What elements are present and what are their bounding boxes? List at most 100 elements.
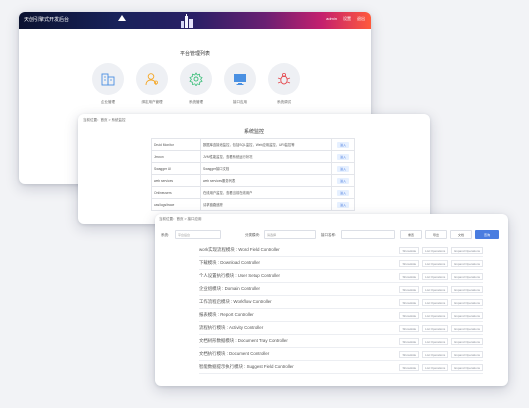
showhide-link[interactable]: ShowHide xyxy=(399,299,420,306)
module-interface[interactable]: 接口应用 xyxy=(223,63,257,105)
bug-icon xyxy=(277,72,291,85)
row-desc: 请求链路追踪 xyxy=(200,198,332,211)
user-name[interactable]: admin xyxy=(326,16,337,22)
module-label: 接口应用 xyxy=(233,100,247,104)
row-name: Onlineusers xyxy=(151,186,201,199)
doc-button[interactable]: 文档 xyxy=(450,230,472,239)
expand-operations-link[interactable]: Expand Operations xyxy=(451,247,483,254)
row-name: Swagger UI xyxy=(151,162,201,175)
module-label: 绑定用户管理 xyxy=(141,100,163,104)
module-label: 系统调试 xyxy=(277,100,291,104)
controller-name[interactable]: 工作流程启模块 : Workflow Controller xyxy=(199,299,272,305)
controller-name[interactable]: 企业组模块 : Domain Controller xyxy=(199,286,260,292)
enter-button[interactable]: 进入 xyxy=(336,153,349,160)
showhide-link[interactable]: ShowHide xyxy=(399,364,420,371)
header-bar: 天创引擎式开发后台 admin 设置 退出 xyxy=(19,12,371,29)
showhide-link[interactable]: ShowHide xyxy=(399,273,420,280)
controller-name[interactable]: 文档执行模块 : Document Controller xyxy=(199,351,269,357)
reset-button[interactable]: 重置 xyxy=(400,230,422,239)
table-row: Jmxon JVM性能监控，查看系统运行状况 进入 xyxy=(151,150,355,163)
row-name: Druid Monitor xyxy=(151,138,201,151)
table-row: Swagger UI Swagger接口文档 进入 xyxy=(151,162,355,175)
list-operations-link[interactable]: List Operations xyxy=(422,273,449,280)
export-button[interactable]: 导出 xyxy=(425,230,447,239)
expand-operations-link[interactable]: Expand Operations xyxy=(451,312,483,319)
controller-name[interactable]: work实现流程模块 : Word Field Controller xyxy=(199,247,280,253)
list-item[interactable]: 个人设置执行模块 : User Setup Controller ShowHid… xyxy=(199,270,483,283)
table-row: cas/logs/trace 请求链路追踪 进入 xyxy=(151,198,355,211)
monitor-table: Druid Monitor 数据库连接池监控，包括SQL监控，Web应用监控，U… xyxy=(151,138,355,211)
search-button[interactable]: 查询 xyxy=(475,230,499,239)
row-name: Jmxon xyxy=(151,150,201,163)
module-bind-user[interactable]: 绑定用户管理 xyxy=(135,63,169,105)
list-operations-link[interactable]: List Operations xyxy=(422,299,449,306)
enter-button[interactable]: 进入 xyxy=(336,201,349,208)
list-operations-link[interactable]: List Operations xyxy=(422,260,449,267)
expand-operations-link[interactable]: Expand Operations xyxy=(451,325,483,332)
list-item[interactable]: 报表模块 : Report Controller ShowHide List Op… xyxy=(199,309,483,322)
showhide-link[interactable]: ShowHide xyxy=(399,247,420,254)
row-desc: web services服务列表 xyxy=(200,174,332,187)
list-item[interactable]: 流程执行模块 : Activity Controller ShowHide Lis… xyxy=(199,322,483,335)
expand-operations-link[interactable]: Expand Operations xyxy=(451,286,483,293)
module-grid: 企业管理 绑定用户管理 系统管理 接口应用 系统调试 xyxy=(91,63,301,105)
list-operations-link[interactable]: List Operations xyxy=(422,338,449,345)
expand-operations-link[interactable]: Expand Operations xyxy=(451,299,483,306)
controller-name[interactable]: 报表模块 : Report Controller xyxy=(199,312,254,318)
list-operations-link[interactable]: List Operations xyxy=(422,325,449,332)
building-icon xyxy=(101,73,115,86)
controller-name[interactable]: 下载模块 : Download Controller xyxy=(199,260,260,266)
monitor-icon xyxy=(234,74,246,85)
enter-button[interactable]: 进入 xyxy=(336,189,349,196)
showhide-link[interactable]: ShowHide xyxy=(399,260,420,267)
list-item[interactable]: 企业组模块 : Domain Controller ShowHide List O… xyxy=(199,283,483,296)
controller-name[interactable]: 个人设置执行模块 : User Setup Controller xyxy=(199,273,280,279)
page-title: 系统监控 xyxy=(243,129,264,135)
row-name: cas/logs/trace xyxy=(151,198,201,211)
expand-operations-link[interactable]: Expand Operations xyxy=(451,338,483,345)
showhide-link[interactable]: ShowHide xyxy=(399,351,420,358)
module-select[interactable]: 请选择 xyxy=(264,230,316,239)
list-item[interactable]: 智能数据提示执行模块 : Suggest Field Controller Sh… xyxy=(199,361,483,374)
interface-app-window: 当前位置：首页 > 接口应用 系统: 平台后台 分类模块: 请选择 接口名称: … xyxy=(155,214,508,386)
showhide-link[interactable]: ShowHide xyxy=(399,312,420,319)
expand-operations-link[interactable]: Expand Operations xyxy=(451,364,483,371)
system-select[interactable]: 平台后台 xyxy=(175,230,221,239)
logout-link[interactable]: 退出 xyxy=(357,16,365,22)
list-operations-link[interactable]: List Operations xyxy=(422,247,449,254)
logo-icon xyxy=(118,15,126,21)
system-filter-label: 系统: xyxy=(161,233,169,237)
controller-name[interactable]: 流程执行模块 : Activity Controller xyxy=(199,325,263,331)
breadcrumb: 当前位置：首页 > 接口应用 xyxy=(159,217,202,221)
expand-operations-link[interactable]: Expand Operations xyxy=(451,351,483,358)
list-operations-link[interactable]: List Operations xyxy=(422,286,449,293)
expand-operations-link[interactable]: Expand Operations xyxy=(451,260,483,267)
user-area: admin 设置 退出 xyxy=(326,16,365,22)
list-item[interactable]: 文档执行模块 : Document Controller ShowHide Lis… xyxy=(199,348,483,361)
module-enterprise[interactable]: 企业管理 xyxy=(91,63,125,105)
controller-name[interactable]: 文档树形数据模块 : Document Tray Controller xyxy=(199,338,288,344)
controller-list: work实现流程模块 : Word Field Controller ShowH… xyxy=(199,244,483,374)
row-desc: 在线用户监控，查看当前在线用户 xyxy=(200,186,332,199)
list-item[interactable]: work实现流程模块 : Word Field Controller ShowH… xyxy=(199,244,483,257)
controller-name[interactable]: 智能数据提示执行模块 : Suggest Field Controller xyxy=(199,364,294,370)
name-input[interactable] xyxy=(341,230,395,239)
list-operations-link[interactable]: List Operations xyxy=(422,364,449,371)
list-item[interactable]: 下载模块 : Download Controller ShowHide List … xyxy=(199,257,483,270)
list-item[interactable]: 工作流程启模块 : Workflow Controller ShowHide Li… xyxy=(199,296,483,309)
list-item[interactable]: 文档树形数据模块 : Document Tray Controller Show… xyxy=(199,335,483,348)
showhide-link[interactable]: ShowHide xyxy=(399,325,420,332)
module-system[interactable]: 系统管理 xyxy=(179,63,213,105)
row-desc: JVM性能监控，查看系统运行状况 xyxy=(200,150,332,163)
list-operations-link[interactable]: List Operations xyxy=(422,312,449,319)
showhide-link[interactable]: ShowHide xyxy=(399,286,420,293)
table-row: Druid Monitor 数据库连接池监控，包括SQL监控，Web应用监控，U… xyxy=(151,138,355,151)
enter-button[interactable]: 进入 xyxy=(336,165,349,172)
enter-button[interactable]: 进入 xyxy=(336,177,349,184)
module-debug[interactable]: 系统调试 xyxy=(267,63,301,105)
settings-link[interactable]: 设置 xyxy=(343,16,351,22)
showhide-link[interactable]: ShowHide xyxy=(399,338,420,345)
list-operations-link[interactable]: List Operations xyxy=(422,351,449,358)
enter-button[interactable]: 进入 xyxy=(336,141,349,148)
expand-operations-link[interactable]: Expand Operations xyxy=(451,273,483,280)
